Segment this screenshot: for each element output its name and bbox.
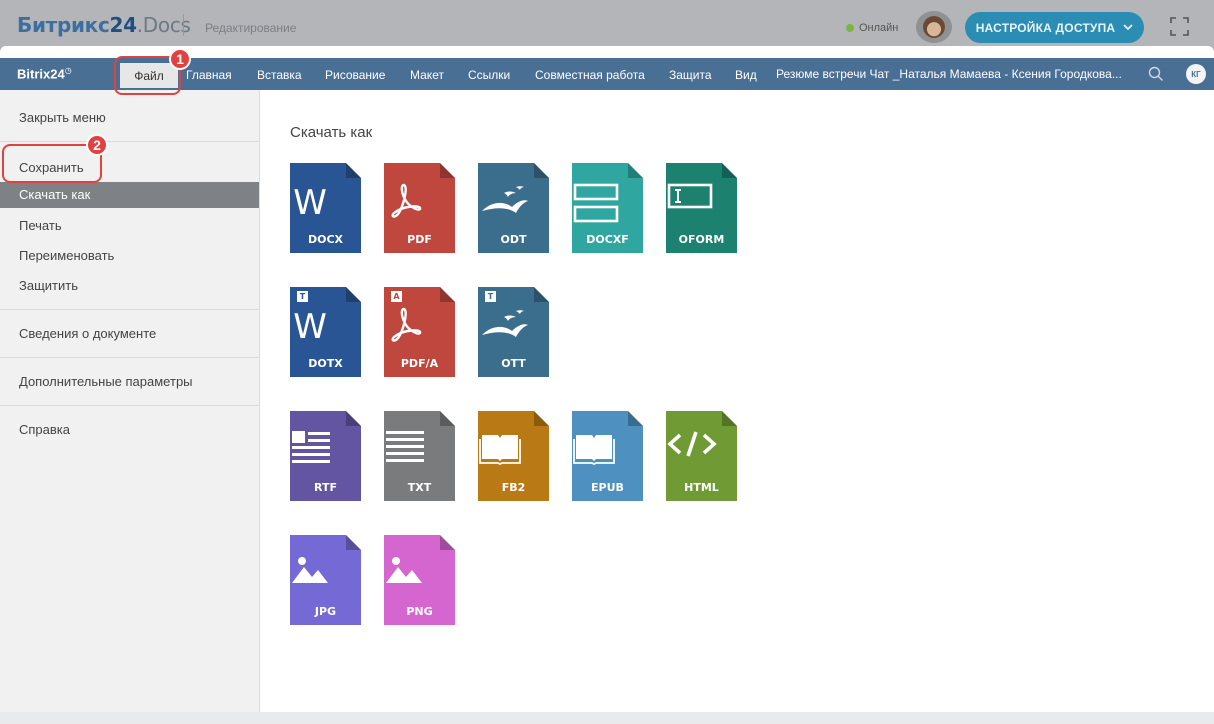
- word-icon: W: [290, 305, 361, 355]
- rename-item[interactable]: Переименовать: [19, 248, 114, 263]
- pdf-icon: [384, 305, 455, 355]
- format-png-button[interactable]: PNG: [384, 535, 455, 625]
- tab-collaboration[interactable]: Совместная работа: [535, 68, 645, 82]
- app-logo[interactable]: Битрикс24.Docs: [17, 13, 191, 37]
- access-settings-button[interactable]: НАСТРОЙКА ДОСТУПА: [965, 12, 1144, 43]
- advanced-settings-item[interactable]: Дополнительные параметры: [19, 374, 193, 389]
- format-ott-button[interactable]: T OTT: [478, 287, 549, 377]
- online-label: Онлайн: [859, 22, 899, 34]
- format-label: PNG: [406, 605, 433, 618]
- format-label: DOCXF: [586, 233, 629, 246]
- format-label: DOCX: [307, 233, 344, 246]
- format-label: PDF/A: [400, 357, 439, 370]
- svg-text:W: W: [293, 183, 327, 221]
- word-icon: W: [290, 181, 361, 231]
- book-icon: [478, 429, 549, 479]
- app-header: Битрикс24.Docs Редактирование Онлайн НАС…: [0, 0, 1214, 48]
- editor-logo: Bitrix24◷: [17, 66, 72, 81]
- format-txt-button[interactable]: TXT: [384, 411, 455, 501]
- plain-text-icon: [384, 429, 455, 479]
- format-pdf-button[interactable]: PDF: [384, 163, 455, 253]
- sidebar-divider: [0, 141, 259, 142]
- access-button-label: НАСТРОЙКА ДОСТУПА: [975, 20, 1116, 35]
- format-label: PDF: [407, 233, 432, 246]
- online-status: Онлайн: [846, 22, 898, 34]
- format-epub-button[interactable]: EPUB: [572, 411, 643, 501]
- format-docxf-button[interactable]: DOCXF: [572, 163, 643, 253]
- format-label: OFORM: [678, 233, 725, 246]
- tab-view[interactable]: Вид: [735, 68, 757, 82]
- openoffice-icon: [478, 305, 549, 355]
- svg-text:W: W: [293, 307, 327, 345]
- online-dot-icon: [846, 24, 854, 32]
- editor-logo-text: Bitrix24: [17, 66, 65, 82]
- format-label: EPUB: [591, 481, 624, 494]
- logo-clock-icon: ◷: [64, 66, 72, 75]
- form-fields-icon: [572, 181, 643, 231]
- file-menu-sidebar: Закрыть меню Сохранить Скачать как Печат…: [0, 90, 260, 712]
- tab-draw[interactable]: Рисование: [325, 68, 385, 82]
- print-item[interactable]: Печать: [19, 218, 62, 233]
- callout-badge-1: 1: [169, 48, 191, 70]
- brand-main: Битрикс: [17, 13, 110, 37]
- bottom-strip: [0, 712, 1214, 724]
- chevron-down-icon: [1123, 24, 1133, 31]
- document-title: Резюме встречи Чат _Наталья Мамаева - Кс…: [776, 67, 1122, 81]
- format-rtf-button[interactable]: RTF: [290, 411, 361, 501]
- format-label: HTML: [684, 481, 719, 494]
- search-icon[interactable]: [1148, 66, 1164, 82]
- brand-num: 24: [109, 13, 138, 37]
- template-badge: T: [485, 291, 496, 302]
- format-docx-button[interactable]: W DOCX: [290, 163, 361, 253]
- code-icon: [666, 429, 737, 479]
- tab-layout[interactable]: Макет: [410, 68, 444, 82]
- header-divider: [183, 14, 184, 36]
- avatar-photo: [923, 16, 945, 38]
- format-label: RTF: [314, 481, 337, 494]
- format-label: FB2: [501, 481, 526, 494]
- template-badge: A: [391, 291, 402, 302]
- format-html-button[interactable]: HTML: [666, 411, 737, 501]
- sidebar-divider: [0, 357, 259, 358]
- format-dotx-button[interactable]: W T DOTX: [290, 287, 361, 377]
- protect-item[interactable]: Защитить: [19, 278, 78, 293]
- format-fb2-button[interactable]: FB2: [478, 411, 549, 501]
- format-label: TXT: [407, 481, 432, 494]
- format-label: DOTX: [308, 357, 343, 370]
- editor-window: Bitrix24◷ Файл Главная Вставка Рисование…: [0, 46, 1214, 712]
- fullscreen-icon[interactable]: [1170, 17, 1189, 36]
- tab-insert[interactable]: Вставка: [257, 68, 302, 82]
- format-label: JPG: [314, 605, 337, 618]
- close-menu-item[interactable]: Закрыть меню: [19, 110, 106, 125]
- help-item[interactable]: Справка: [19, 422, 70, 437]
- tab-protection[interactable]: Защита: [669, 68, 712, 82]
- format-label: OTT: [501, 357, 526, 370]
- download-as-title: Скачать как: [290, 124, 373, 141]
- document-info-item[interactable]: Сведения о документе: [19, 326, 156, 341]
- tab-home[interactable]: Главная: [186, 68, 232, 82]
- format-odt-button[interactable]: ODT: [478, 163, 549, 253]
- callout-badge-2: 2: [86, 134, 108, 156]
- sidebar-divider: [0, 309, 259, 310]
- user-avatar[interactable]: [916, 11, 952, 43]
- tab-references[interactable]: Ссылки: [468, 68, 510, 82]
- pdf-icon: [384, 181, 455, 231]
- image-icon: [384, 553, 455, 603]
- format-pdf-a-button[interactable]: A PDF/A: [384, 287, 455, 377]
- rich-text-icon: [290, 429, 361, 479]
- mode-label: Редактирование: [205, 21, 297, 35]
- download-as-label: Скачать как: [19, 187, 91, 202]
- user-initials-badge[interactable]: КГ: [1186, 64, 1206, 84]
- download-as-item[interactable]: Скачать как: [0, 182, 259, 208]
- format-jpg-button[interactable]: JPG: [290, 535, 361, 625]
- text-field-icon: [666, 181, 737, 231]
- image-icon: [290, 553, 361, 603]
- book-icon: [572, 429, 643, 479]
- sidebar-divider: [0, 405, 259, 406]
- format-oform-button[interactable]: OFORM: [666, 163, 737, 253]
- openoffice-icon: [478, 181, 549, 231]
- format-label: ODT: [500, 233, 527, 246]
- template-badge: T: [297, 291, 308, 302]
